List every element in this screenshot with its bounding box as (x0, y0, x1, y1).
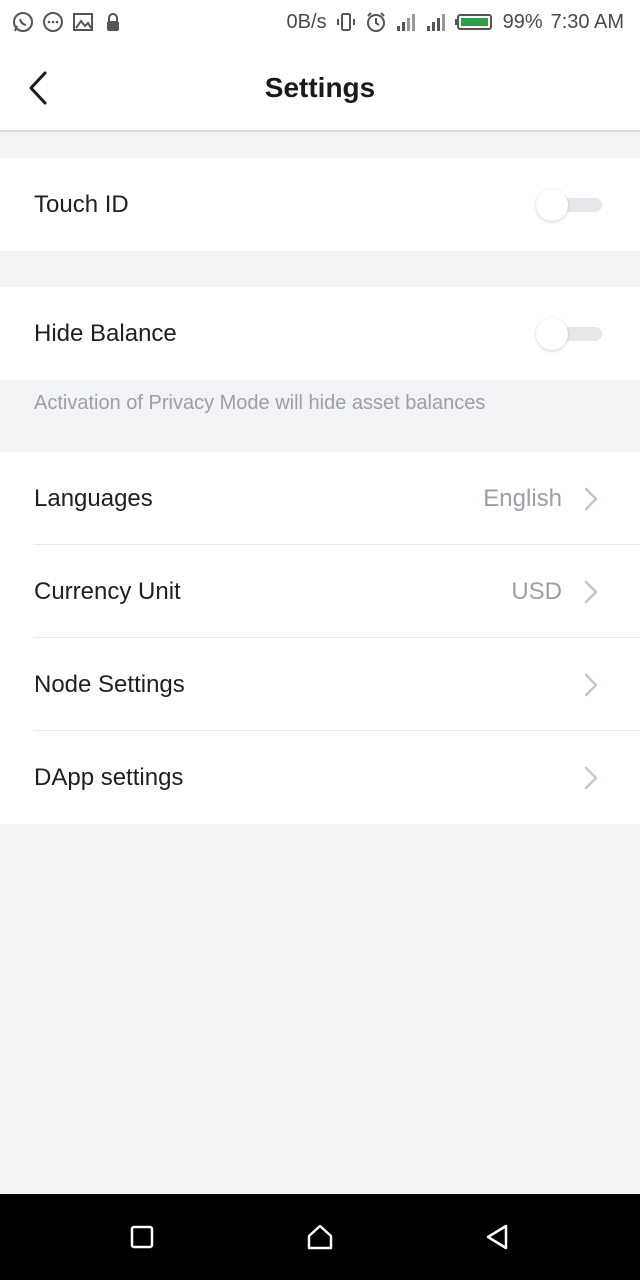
alarm-icon (365, 11, 387, 33)
settings-menu: Languages English Currency Unit USD Node… (0, 452, 640, 824)
signal-icon (425, 11, 447, 33)
currency-unit-value: USD (511, 578, 562, 605)
node-settings-row[interactable]: Node Settings (0, 638, 640, 731)
touch-id-card: Touch ID (0, 158, 640, 251)
back-icon (486, 1224, 508, 1250)
touch-id-row: Touch ID (0, 158, 640, 251)
chat-icon (42, 11, 64, 33)
toggle-knob (536, 188, 568, 221)
page-title: Settings (264, 72, 376, 103)
touch-id-toggle[interactable] (536, 188, 602, 221)
recents-button[interactable] (117, 1212, 167, 1262)
home-button[interactable] (295, 1212, 345, 1262)
status-bar: 0B/s 99% 7:30 AM (0, 0, 640, 44)
clock: 7:30 AM (550, 10, 624, 33)
privacy-mode-note: Activation of Privacy Mode will hide ass… (34, 392, 486, 414)
app-header: Settings (0, 44, 640, 132)
chevron-left-icon (29, 71, 47, 105)
nav-back-button[interactable] (472, 1212, 522, 1262)
battery-level: 99% (502, 10, 543, 33)
home-icon (307, 1224, 333, 1250)
hide-balance-card: Hide Balance (0, 287, 640, 380)
status-bar-right: 0B/s 99% 7:30 AM (287, 11, 624, 34)
chevron-right-icon (584, 487, 598, 510)
hide-balance-row: Hide Balance (0, 287, 640, 380)
battery-icon (454, 11, 495, 33)
currency-unit-row[interactable]: Currency Unit USD (0, 545, 640, 638)
dapp-settings-label: DApp settings (34, 763, 184, 791)
back-button[interactable] (16, 66, 60, 110)
whatsapp-icon (12, 11, 34, 33)
signal-icon (395, 11, 417, 33)
chevron-right-icon (584, 673, 598, 696)
node-settings-label: Node Settings (34, 670, 185, 698)
vibrate-icon (335, 11, 357, 33)
gallery-icon (72, 11, 94, 33)
chevron-right-icon (584, 766, 598, 789)
dapp-settings-row[interactable]: DApp settings (0, 731, 640, 824)
recents-icon (130, 1225, 154, 1249)
network-speed: 0B/s (286, 10, 327, 33)
status-bar-left (12, 11, 124, 33)
lock-icon (102, 11, 124, 33)
languages-row[interactable]: Languages English (0, 452, 640, 545)
toggle-knob (536, 317, 568, 350)
languages-value: English (483, 485, 562, 512)
system-navigation-bar (0, 1194, 640, 1280)
chevron-right-icon (584, 580, 598, 603)
hide-balance-toggle[interactable] (536, 317, 602, 350)
